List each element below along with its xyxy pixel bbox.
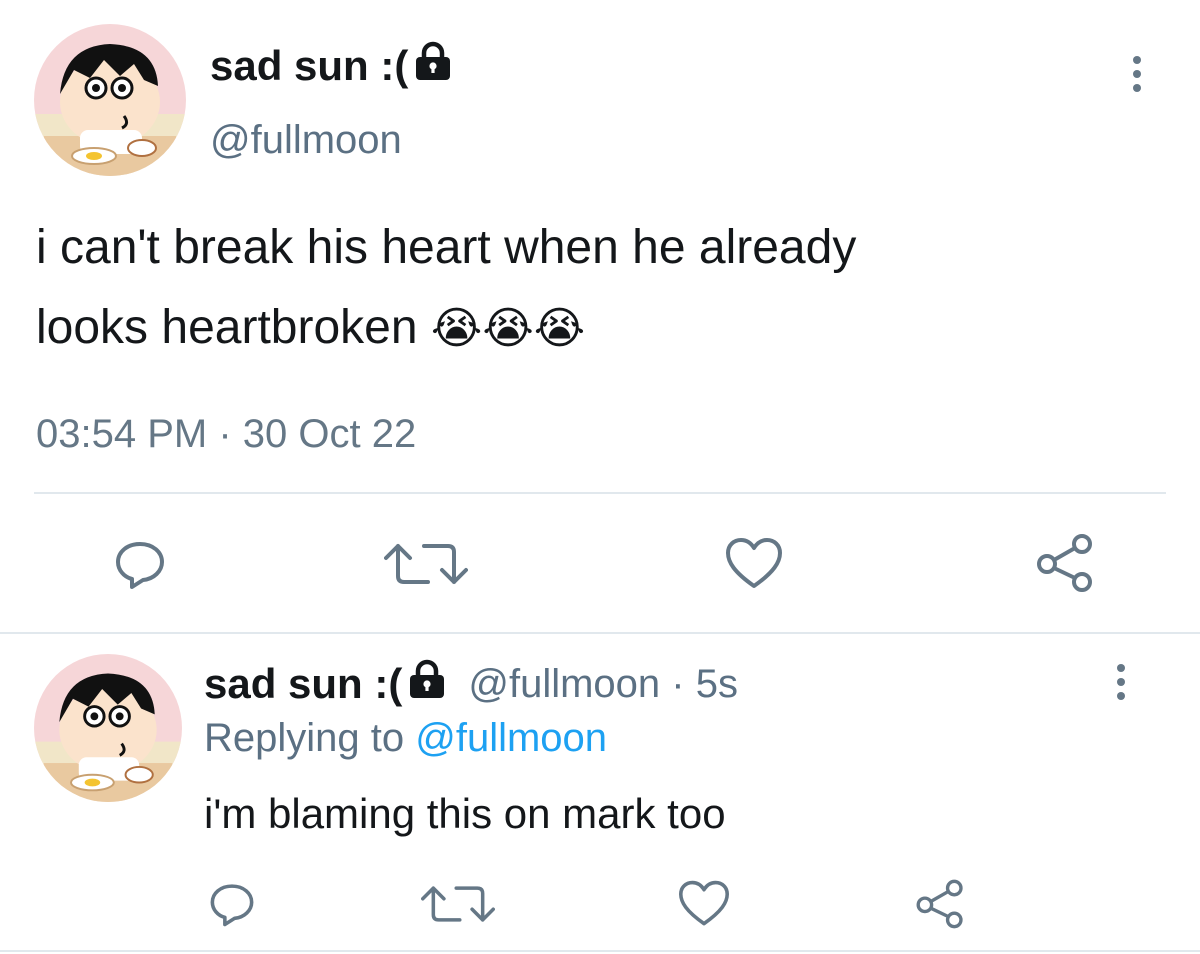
reply-more-vertical-icon[interactable] — [1116, 664, 1126, 700]
reply-avatar-image — [34, 654, 182, 802]
share-button[interactable] — [1032, 530, 1098, 596]
display-name[interactable]: sad sun :( — [210, 40, 454, 92]
reply-avatar[interactable] — [34, 654, 182, 802]
retweet-button[interactable] — [384, 532, 468, 596]
reply-icon — [116, 542, 164, 589]
more-vertical-icon[interactable] — [1132, 56, 1142, 92]
like-button[interactable] — [722, 532, 786, 596]
reply-button[interactable] — [108, 532, 172, 596]
section-divider — [0, 632, 1200, 634]
reply-display-name[interactable]: sad sun :( — [204, 658, 448, 710]
reply-retweet-button[interactable] — [420, 876, 496, 932]
share-icon — [916, 879, 963, 929]
tweet-text-line-2: looks heartbroken 😭😭😭 — [36, 288, 1176, 369]
reply-text: i'm blaming this on mark too — [204, 790, 726, 837]
retweet-icon — [384, 544, 468, 584]
reply-reply-button[interactable] — [204, 876, 260, 932]
divider — [34, 492, 1166, 494]
tweet-text-line-1: i can't break his heart when he already — [36, 221, 857, 274]
tweet-text: i can't break his heart when he already … — [36, 208, 1176, 369]
heart-icon — [726, 538, 782, 588]
timestamp[interactable]: 03:54 PM · 30 Oct 22 — [36, 412, 416, 457]
avatar[interactable] — [34, 24, 186, 176]
bottom-divider — [0, 950, 1200, 952]
avatar-image — [34, 24, 186, 176]
heart-icon — [678, 880, 729, 926]
reply-handle-time[interactable]: @fullmoon · 5s — [468, 662, 738, 707]
retweet-icon — [421, 886, 495, 922]
reply-header: sad sun :( @fullmoon · 5s — [204, 658, 738, 710]
handle[interactable]: @fullmoon — [210, 118, 402, 163]
lock-icon — [412, 40, 454, 92]
crying-emoji: 😭😭😭 — [430, 303, 586, 354]
replying-handle-link[interactable]: @fullmoon — [415, 716, 607, 760]
reply-like-button[interactable] — [676, 876, 732, 932]
reply-icon — [210, 884, 254, 927]
display-name-text: sad sun :( — [210, 42, 409, 89]
reply-share-button[interactable] — [912, 876, 968, 932]
replying-to: Replying to @fullmoon — [204, 716, 607, 761]
replying-prefix: Replying to — [204, 716, 405, 760]
reply-display-name-text: sad sun :( — [204, 660, 403, 707]
share-icon — [1037, 534, 1092, 592]
tweet-text-line-2-text: looks heartbroken — [36, 301, 418, 354]
lock-icon — [406, 658, 448, 710]
